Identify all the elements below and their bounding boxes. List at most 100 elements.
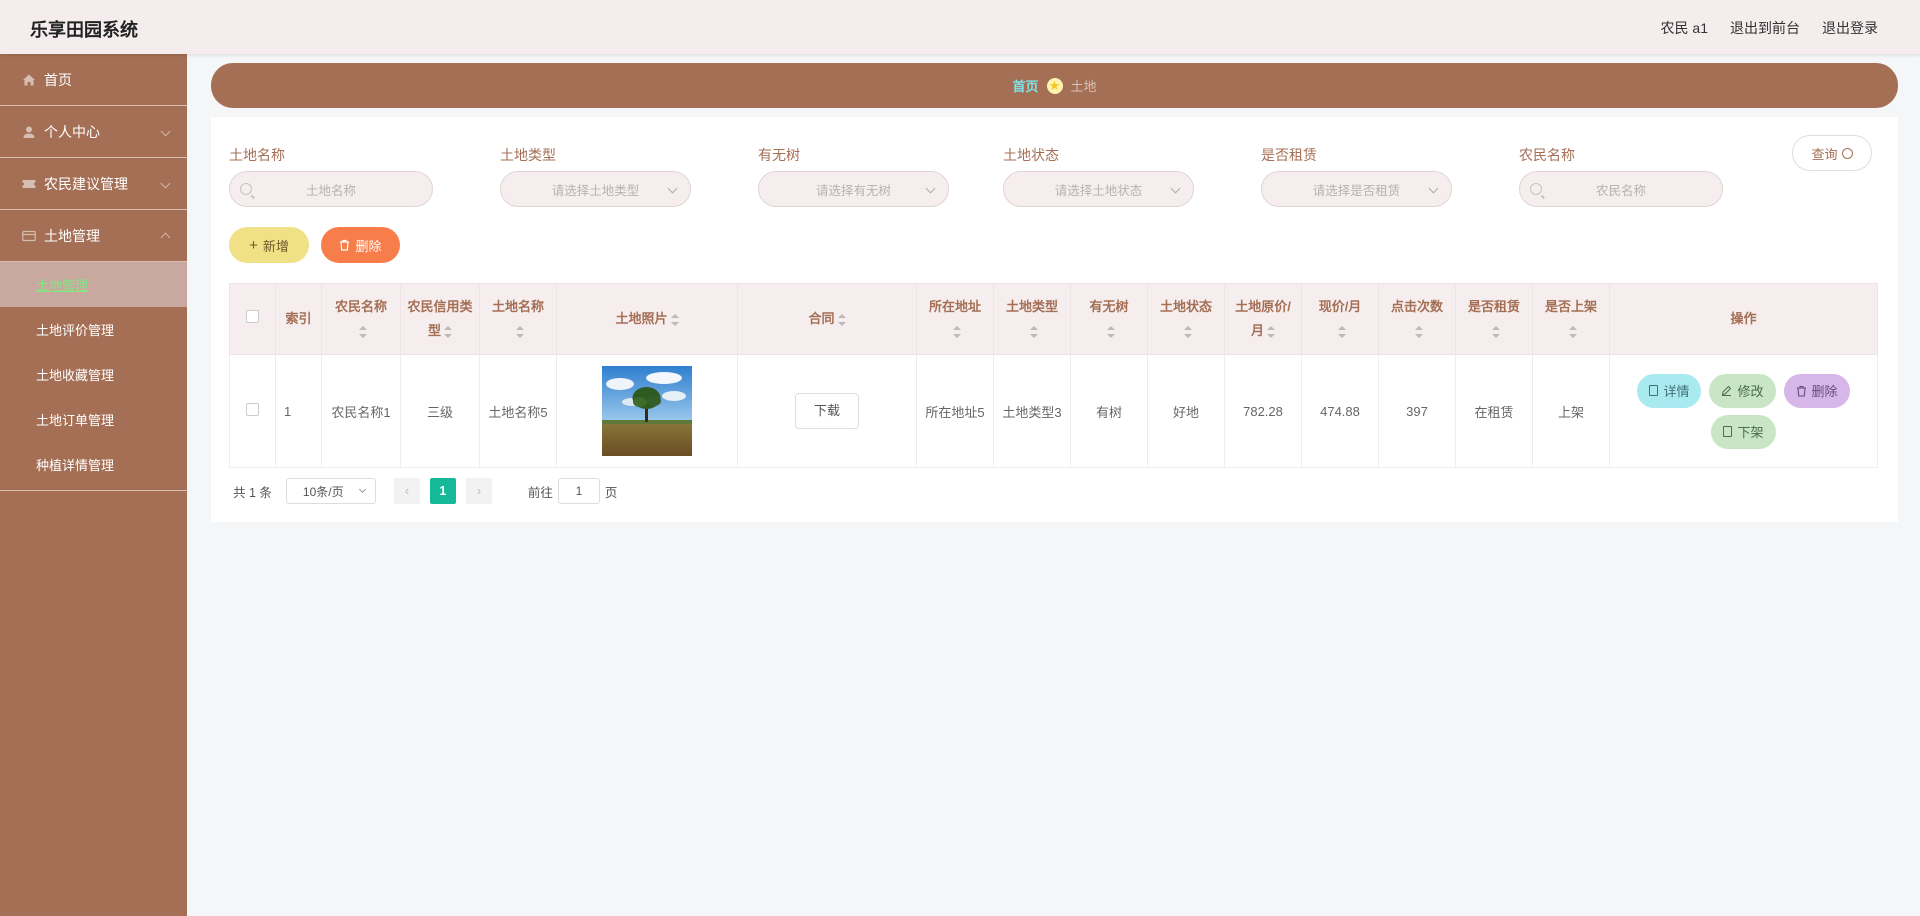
sort-icon[interactable] bbox=[1337, 325, 1346, 338]
query-button-label: 查询 bbox=[1811, 146, 1838, 162]
placeholder: 请选择土地状态 bbox=[1054, 183, 1143, 198]
sidebar-item-land-management[interactable]: 土地管理 bbox=[0, 210, 187, 262]
chevron-down-icon bbox=[160, 126, 171, 137]
sidebar-item-personal-center[interactable]: 个人中心 bbox=[0, 106, 187, 158]
sidebar-item-label: 农民建议管理 bbox=[44, 175, 128, 192]
col-listed[interactable]: 是否上架 bbox=[1532, 283, 1610, 355]
submenu-item-land[interactable]: 土地管理 bbox=[0, 262, 187, 307]
search-icon bbox=[1530, 183, 1542, 195]
col-orig-price[interactable]: 土地原价/月 bbox=[1224, 283, 1302, 355]
total-count: 共 1 条 bbox=[233, 485, 272, 500]
cell-index: 1 bbox=[275, 354, 322, 468]
placeholder: 农民名称 bbox=[1595, 183, 1646, 198]
row-actions: 详情 修改 删除 下架 bbox=[1629, 373, 1859, 449]
sort-icon[interactable] bbox=[1183, 325, 1192, 338]
land-name-search-input[interactable]: 土地名称 bbox=[229, 171, 433, 207]
col-cur-price[interactable]: 现价/月 bbox=[1301, 283, 1379, 355]
col-credit-type[interactable]: 农民信用类型 bbox=[400, 283, 480, 355]
trash-icon bbox=[1796, 385, 1807, 397]
col-photo[interactable]: 土地照片 bbox=[556, 283, 738, 355]
select-all-cell bbox=[229, 283, 276, 355]
select-all-checkbox[interactable] bbox=[246, 310, 259, 323]
sort-icon[interactable] bbox=[444, 325, 452, 338]
prev-page-button[interactable]: ‹ bbox=[393, 478, 420, 504]
sort-icon[interactable] bbox=[515, 325, 524, 338]
next-page-button[interactable]: › bbox=[465, 478, 492, 504]
sort-icon[interactable] bbox=[1106, 325, 1115, 338]
filter-label-land-type: 土地类型 bbox=[500, 147, 556, 163]
page-number-current[interactable]: 1 bbox=[429, 478, 456, 504]
chevron-down-icon bbox=[1170, 183, 1181, 194]
land-photo[interactable] bbox=[602, 366, 692, 456]
page-size-select[interactable]: 10条/页 bbox=[285, 478, 376, 504]
col-contract[interactable]: 合同 bbox=[737, 283, 917, 355]
breadcrumb-home[interactable]: 首页 bbox=[1012, 76, 1038, 95]
document-icon bbox=[1723, 426, 1733, 437]
cell-photo bbox=[556, 354, 738, 468]
cell-has-tree: 有树 bbox=[1070, 354, 1148, 468]
col-land-type[interactable]: 土地类型 bbox=[993, 283, 1071, 355]
submenu-item-land-orders[interactable]: 土地订单管理 bbox=[0, 397, 187, 442]
col-land-name[interactable]: 土地名称 bbox=[479, 283, 557, 355]
sort-icon[interactable] bbox=[1267, 325, 1275, 338]
cell-land-status: 好地 bbox=[1147, 354, 1225, 468]
col-farmer-name-label: 农民名称 bbox=[334, 299, 387, 314]
sort-icon[interactable] bbox=[358, 325, 367, 338]
pagination: 共 1 条 10条/页 ‹ 1 › 前往 1 页 bbox=[229, 477, 617, 505]
sort-icon[interactable] bbox=[1029, 325, 1038, 338]
sort-icon[interactable] bbox=[1568, 325, 1577, 338]
chevron-down-icon bbox=[667, 183, 678, 194]
col-has-tree[interactable]: 有无树 bbox=[1070, 283, 1148, 355]
delete-row-button-label: 删除 bbox=[1811, 384, 1838, 399]
sort-icon[interactable] bbox=[837, 313, 846, 326]
land-type-select[interactable]: 请选择土地类型 bbox=[500, 171, 691, 207]
row-checkbox[interactable] bbox=[246, 403, 259, 416]
cell-rented: 在租赁 bbox=[1455, 354, 1533, 468]
download-contract-button[interactable]: 下载 bbox=[795, 393, 859, 429]
unlist-button[interactable]: 下架 bbox=[1711, 414, 1776, 449]
col-clicks[interactable]: 点击次数 bbox=[1378, 283, 1456, 355]
goto-page-input[interactable]: 1 bbox=[557, 478, 600, 504]
detail-button[interactable]: 详情 bbox=[1637, 373, 1702, 408]
sort-icon[interactable] bbox=[670, 313, 679, 326]
farmer-name-search-input[interactable]: 农民名称 bbox=[1519, 171, 1723, 207]
logout-link[interactable]: 退出登录 bbox=[1822, 18, 1878, 38]
cell-cur-price: 474.88 bbox=[1301, 354, 1379, 468]
exit-to-front-link[interactable]: 退出到前台 bbox=[1730, 18, 1800, 38]
add-button-label: 新增 bbox=[262, 238, 289, 254]
col-land-status[interactable]: 土地状态 bbox=[1147, 283, 1225, 355]
cell-land-name: 土地名称5 bbox=[479, 354, 557, 468]
batch-delete-button[interactable]: 删除 bbox=[321, 227, 400, 263]
col-farmer-name[interactable]: 农民名称 bbox=[321, 283, 401, 355]
document-icon bbox=[1649, 385, 1659, 396]
placeholder: 土地名称 bbox=[305, 183, 356, 198]
add-button[interactable]: + 新增 bbox=[229, 227, 309, 263]
delete-row-button[interactable]: 删除 bbox=[1783, 373, 1850, 408]
submenu-item-land-favorites[interactable]: 土地收藏管理 bbox=[0, 352, 187, 397]
col-ops: 操作 bbox=[1609, 283, 1878, 355]
cell-land-type: 土地类型3 bbox=[993, 354, 1071, 468]
cell-orig-price: 782.28 bbox=[1224, 354, 1302, 468]
edit-button[interactable]: 修改 bbox=[1709, 373, 1776, 408]
land-status-select[interactable]: 请选择土地状态 bbox=[1003, 171, 1194, 207]
sort-icon[interactable] bbox=[1414, 325, 1423, 338]
filter-label-has-tree: 有无树 bbox=[758, 147, 800, 163]
submenu-item-planting-details[interactable]: 种植详情管理 bbox=[0, 442, 187, 487]
cell-credit-type: 三级 bbox=[400, 354, 480, 468]
has-tree-select[interactable]: 请选择有无树 bbox=[758, 171, 949, 207]
sort-icon[interactable] bbox=[1491, 325, 1500, 338]
col-listed-label: 是否上架 bbox=[1544, 299, 1597, 314]
filter-label-is-rented: 是否租赁 bbox=[1261, 147, 1317, 163]
chevron-up-icon bbox=[160, 232, 171, 243]
sidebar-item-farmer-suggestions[interactable]: 农民建议管理 bbox=[0, 158, 187, 210]
col-address[interactable]: 所在地址 bbox=[916, 283, 994, 355]
is-rented-select[interactable]: 请选择是否租赁 bbox=[1261, 171, 1452, 207]
col-rented[interactable]: 是否租赁 bbox=[1455, 283, 1533, 355]
query-button[interactable]: 查询 bbox=[1792, 135, 1872, 171]
edit-button-label: 修改 bbox=[1737, 384, 1764, 399]
chevron-down-icon bbox=[925, 183, 936, 194]
sidebar-item-home[interactable]: 首页 bbox=[0, 54, 187, 106]
sort-icon[interactable] bbox=[952, 325, 961, 338]
current-user-label: 农民 a1 bbox=[1660, 20, 1708, 36]
submenu-item-land-evaluation[interactable]: 土地评价管理 bbox=[0, 307, 187, 352]
